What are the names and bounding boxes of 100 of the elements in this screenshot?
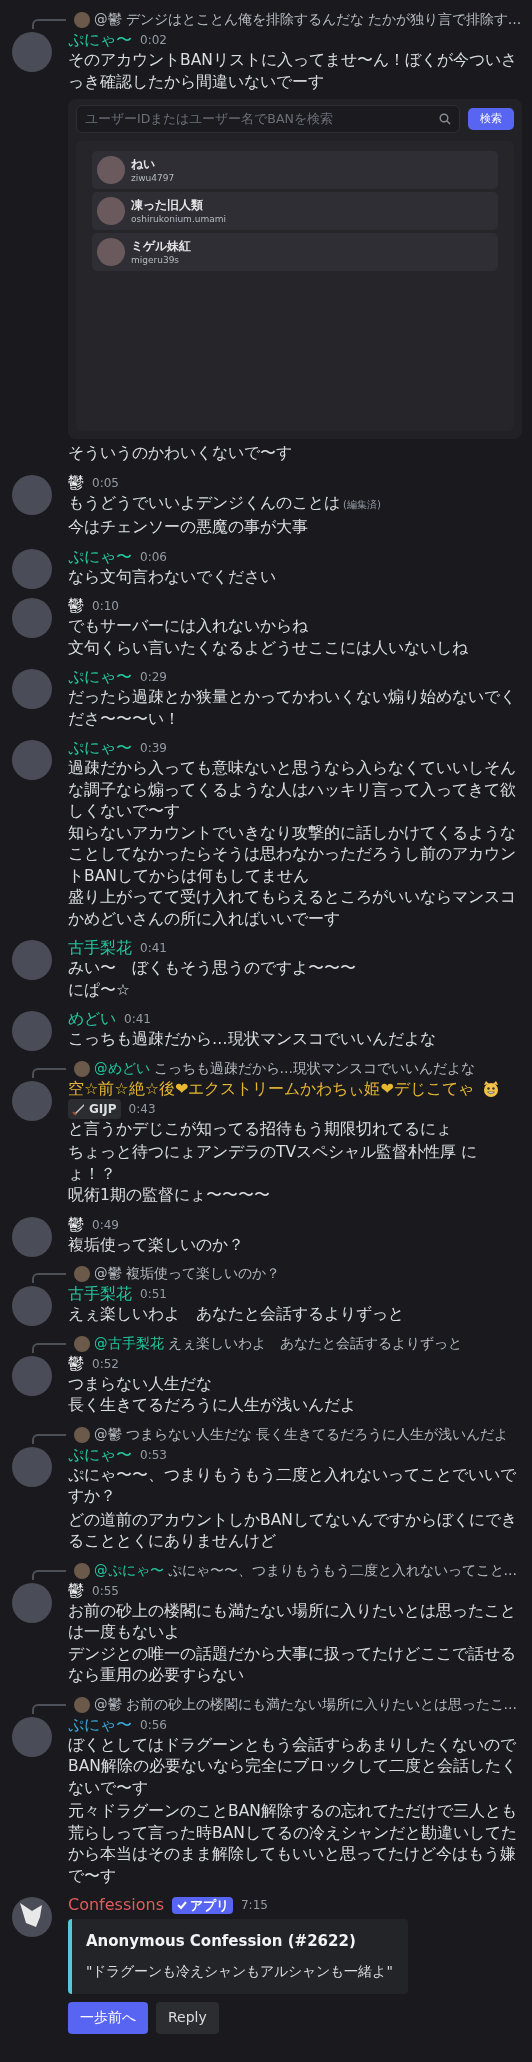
reply-mention[interactable]: @鬱 <box>94 1263 122 1285</box>
timestamp: 0:05 <box>92 474 119 492</box>
username[interactable]: 古手梨花 <box>68 938 132 958</box>
banned-username: oshirukonium.umami <box>131 212 226 225</box>
message-text: そのアカウントBANリストに入ってませ〜ん！ぼくが今ついさっき確認したから間違いないでーす <box>68 51 517 91</box>
user-avatar <box>97 197 125 225</box>
user-avatar <box>12 669 52 709</box>
edited-label: (編集済) <box>343 498 381 510</box>
username[interactable]: ぷにゃ〜 <box>68 667 132 687</box>
message-text: 盛り上がってて受け入れてもらえるところがいいならマンスコかめどいさんの所に入ればいいでーす <box>68 888 516 928</box>
timestamp: 0:41 <box>124 1011 151 1028</box>
username[interactable]: ぷにゃ〜 <box>68 1444 132 1465</box>
timestamp: 0:06 <box>140 548 167 566</box>
user-avatar <box>12 1446 52 1487</box>
banned-user-row[interactable]: 凍った旧人類 oshirukonium.umami <box>92 192 498 230</box>
reply-mention[interactable]: @鬱 <box>94 1423 122 1446</box>
username[interactable]: 鬱 <box>68 596 84 616</box>
user-avatar <box>12 1216 52 1257</box>
reply-connector <box>32 1067 66 1078</box>
user-avatar <box>12 598 52 638</box>
user-avatar <box>12 474 52 515</box>
message-text: 文句くらい言いたくなるよどうせここには人いないしね <box>68 638 468 657</box>
message-text: どの道前のアカウントしかBANしてないんですからぼくにできることとくにありませんけど <box>68 1510 517 1550</box>
tag-label: GIJP <box>89 1100 117 1118</box>
reply-preview-text[interactable]: つまらない人生だな 長く生きてるだろうに人生が浅いんだよ <box>125 1423 508 1446</box>
username[interactable]: 鬱 <box>68 1214 84 1235</box>
message-text: えぇ楽しいわよ あなたと会話するよりずっと <box>68 1305 404 1323</box>
reply-mention[interactable]: @鬱 <box>94 9 122 31</box>
action-button[interactable]: 一歩前へ <box>68 2002 148 2034</box>
reply-mention[interactable]: @めどい <box>94 1057 150 1080</box>
banned-username: ziwu4797 <box>131 171 175 184</box>
username[interactable]: 鬱 <box>68 1353 84 1374</box>
user-avatar <box>12 1355 52 1396</box>
message-text: だったら過疎とか狭量とかってかわいくない煽り始めないでくださ〜〜〜い！ <box>68 688 516 728</box>
banned-username: migeru39s <box>131 253 181 266</box>
reply-mention[interactable]: @古手梨花 <box>94 1332 164 1355</box>
timestamp: 0:53 <box>140 1446 167 1464</box>
reply-avatar <box>74 12 90 28</box>
reply-preview-text[interactable]: ぷにゃ〜〜、つまりもうもう二度と入れないってこと… <box>167 1559 517 1582</box>
username[interactable]: めどい <box>68 1009 116 1029</box>
app-label: アプリ <box>189 1896 229 1914</box>
search-field[interactable]: ユーザーIDまたはユーザー名でBANを検索 <box>76 105 460 133</box>
timestamp: 0:51 <box>140 1286 167 1303</box>
username[interactable]: ぷにゃ〜 <box>68 1714 132 1735</box>
message-text: 複垢使って楽しいのか？ <box>68 1235 244 1254</box>
search-button[interactable]: 検索 <box>468 108 514 130</box>
username[interactable]: Confessions <box>68 1895 164 1915</box>
username[interactable]: 古手梨花 <box>68 1284 132 1304</box>
check-icon <box>175 1899 188 1911</box>
user-avatar <box>12 548 52 589</box>
search-icon <box>439 113 451 125</box>
banned-user-row[interactable]: ねい ziwu4797 <box>92 151 498 189</box>
message-text: もうどうでいいよデンジくんのことは <box>68 493 340 512</box>
banned-user-row[interactable]: ミゲル妹紅 migeru39s <box>92 233 498 271</box>
message-text: 過疎だから入っても意味ないと思うなら入らなくていいしそんな調子なら煽ってくるような人はハッキリ言って入ってきて欲しくないで〜す <box>68 759 516 820</box>
reply-preview-text[interactable]: 複垢使って楽しいのか？ <box>125 1263 280 1285</box>
user-avatar <box>97 156 125 184</box>
embed-description: "ドラグーンも冷えシャンもアルシャンも一緒よ" <box>86 1961 394 1981</box>
banned-user-name: ねい <box>131 156 156 172</box>
username[interactable]: 鬱 <box>68 472 84 493</box>
banned-user-name: 凍った旧人類 <box>131 197 204 213</box>
reply-button[interactable]: Reply <box>156 2002 219 2034</box>
reply-avatar <box>74 1562 90 1579</box>
username[interactable]: ぷにゃ〜 <box>68 546 132 567</box>
reply-avatar <box>74 1696 90 1713</box>
timestamp: 0:41 <box>140 940 167 957</box>
username[interactable]: ぷにゃ〜 <box>68 30 132 50</box>
timestamp: 0:29 <box>140 669 167 686</box>
message-text: なら文句言わないでください <box>68 567 276 586</box>
reply-avatar <box>74 1266 90 1282</box>
reply-connector <box>32 1273 66 1283</box>
reply-mention[interactable]: @鬱 <box>94 1693 122 1716</box>
message-text: 元々ドラグーンのことBAN解除するの忘れてただけで三人とも荒らしって言った時BANしてるの冷えシャンだと勘違いしてたから本当はそのまま解除してもいいと思ってたけど今はもう嫌で〜す <box>68 1802 517 1885</box>
user-avatar <box>12 1582 52 1623</box>
timestamp: 0:49 <box>92 1216 119 1234</box>
reply-connector <box>32 1569 66 1580</box>
username[interactable]: 空☆前☆絶☆後❤エクストリームかわちぃ姫❤デじこてゃ <box>68 1078 474 1099</box>
reply-preview-text[interactable]: デンジはとことん俺を排除するんだな たかが独り言で排除す… <box>125 9 522 31</box>
timestamp: 7:15 <box>240 1897 268 1914</box>
banned-user-name: ミゲル妹紅 <box>131 238 191 254</box>
message-text: にぱ〜☆ <box>68 980 130 999</box>
message-text: ぼくとしてはドラグーンともう会話すらあまりしたくないのでBAN解除の必要ないなら完全にブロックして二度と会話したくないで〜す <box>68 1735 517 1797</box>
message-text: デンジとの唯一の話題だから大事に扱ってたけどここで話せるなら重用の必要すらない <box>68 1644 516 1684</box>
username[interactable]: ぷにゃ〜 <box>68 738 132 758</box>
username[interactable]: 鬱 <box>68 1580 84 1601</box>
reply-preview-text[interactable]: こっちも過疎だから…現状マンスコでいいんだよな <box>153 1057 475 1080</box>
user-avatar <box>12 1716 52 1757</box>
reply-preview-text[interactable]: お前の砂上の楼閣にも満たない場所に入りたいとは思ったこ… <box>125 1693 517 1716</box>
reply-preview-text[interactable]: えぇ楽しいわよ あなたと会話するよりずっと <box>167 1332 462 1355</box>
message-text: つまらない人生だな <box>68 1374 212 1393</box>
message-text: でもサーバーには入れないからね <box>68 617 308 635</box>
user-avatar <box>12 1286 52 1326</box>
timestamp: 0:10 <box>92 598 119 615</box>
search-placeholder: ユーザーIDまたはユーザー名でBANを検索 <box>85 110 334 129</box>
reply-connector <box>32 1703 66 1714</box>
reply-mention[interactable]: @ぷにゃ〜 <box>94 1559 164 1582</box>
user-avatar <box>12 740 52 780</box>
reply-avatar <box>74 1060 90 1077</box>
timestamp: 0:52 <box>92 1355 119 1373</box>
message-text: 長く生きてるだろうに人生が浅いんだよ <box>68 1396 356 1414</box>
